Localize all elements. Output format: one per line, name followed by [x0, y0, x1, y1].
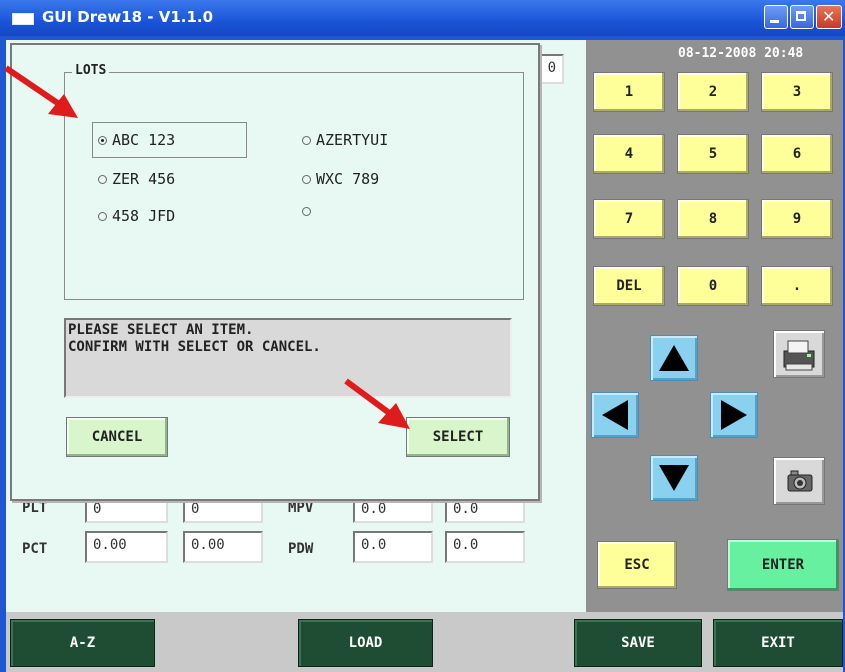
arrow-left-button[interactable]: [591, 392, 639, 438]
message-box: PLEASE SELECT AN ITEM. CONFIRM WITH SELE…: [64, 318, 512, 398]
pdw-value-2[interactable]: 0.0: [445, 531, 525, 563]
key-4[interactable]: 4: [593, 134, 665, 174]
pdw-label: PDW: [288, 541, 314, 557]
key-3[interactable]: 3: [761, 72, 833, 112]
key-0[interactable]: 0: [677, 266, 749, 306]
az-button[interactable]: A-Z: [10, 619, 155, 667]
arrow-down-button[interactable]: [650, 455, 698, 501]
key-6[interactable]: 6: [761, 134, 833, 174]
radio-option-azertyui[interactable]: AZERTYUI: [302, 131, 388, 149]
radio-option-label: 458 JFD: [112, 207, 176, 225]
minimize-button[interactable]: [764, 5, 788, 29]
window-title: GUI Drew18 - V1.1.0: [42, 8, 214, 26]
arrow-left-icon: [602, 400, 628, 430]
camera-button[interactable]: [773, 457, 825, 505]
radio-unchecked-icon: [302, 174, 311, 184]
radio-unchecked-icon: [98, 174, 107, 184]
key-8[interactable]: 8: [677, 199, 749, 239]
radio-option-zer-456[interactable]: ZER 456: [98, 170, 175, 188]
maximize-button[interactable]: [790, 5, 814, 29]
pct-value-2[interactable]: 0.00: [183, 531, 263, 563]
radio-option-empty[interactable]: [302, 207, 316, 216]
arrow-right-icon: [721, 400, 747, 430]
radio-checked-icon: [98, 135, 107, 145]
radio-unchecked-icon: [98, 211, 107, 221]
radio-option-wxc-789[interactable]: WXC 789: [302, 170, 379, 188]
arrow-up-button[interactable]: [650, 335, 698, 381]
radio-option-label: ABC 123: [112, 131, 176, 149]
pct-value-1[interactable]: 0.00: [85, 531, 168, 563]
radio-option-abc-123[interactable]: ABC 123: [98, 131, 175, 149]
camera-icon: [787, 470, 813, 492]
arrow-right-button[interactable]: [710, 392, 758, 438]
radio-unchecked-icon: [302, 135, 311, 145]
printer-icon: [783, 340, 815, 371]
radio-option-458-jfd[interactable]: 458 JFD: [98, 207, 175, 225]
close-button[interactable]: [816, 5, 842, 29]
radio-unchecked-icon: [302, 207, 311, 216]
print-button[interactable]: [773, 330, 825, 378]
plt-label: PLT: [22, 500, 48, 516]
annotation-arrow-icon: [4, 65, 78, 118]
pct-label: PCT: [22, 541, 48, 557]
key-9[interactable]: 9: [761, 199, 833, 239]
cancel-button[interactable]: CANCEL: [66, 417, 168, 457]
key-7[interactable]: 7: [593, 199, 665, 239]
key-5[interactable]: 5: [677, 134, 749, 174]
select-button[interactable]: SELECT: [406, 417, 510, 457]
key-2[interactable]: 2: [677, 72, 749, 112]
app-icon: [12, 13, 34, 25]
pdw-value-1[interactable]: 0.0: [353, 531, 433, 563]
enter-button[interactable]: ENTER: [727, 539, 839, 591]
key-1[interactable]: 1: [593, 72, 665, 112]
arrow-down-icon: [659, 465, 689, 491]
annotation-arrow-icon: [344, 378, 410, 429]
arrow-up-icon: [659, 345, 689, 371]
mpv-label: MPV: [288, 500, 314, 516]
load-button[interactable]: LOAD: [298, 619, 433, 667]
key-decimal[interactable]: .: [761, 266, 833, 306]
key-del[interactable]: DEL: [593, 266, 665, 306]
radio-option-label: WXC 789: [316, 170, 380, 188]
esc-button[interactable]: ESC: [597, 541, 677, 589]
radio-option-label: ZER 456: [112, 170, 176, 188]
keypad-panel: [586, 40, 843, 612]
exit-button[interactable]: EXIT: [713, 619, 843, 667]
radio-option-label: AZERTYUI: [316, 131, 389, 149]
datetime-display: 08-12-2008 20:48: [678, 46, 804, 61]
save-button[interactable]: SAVE: [574, 619, 702, 667]
